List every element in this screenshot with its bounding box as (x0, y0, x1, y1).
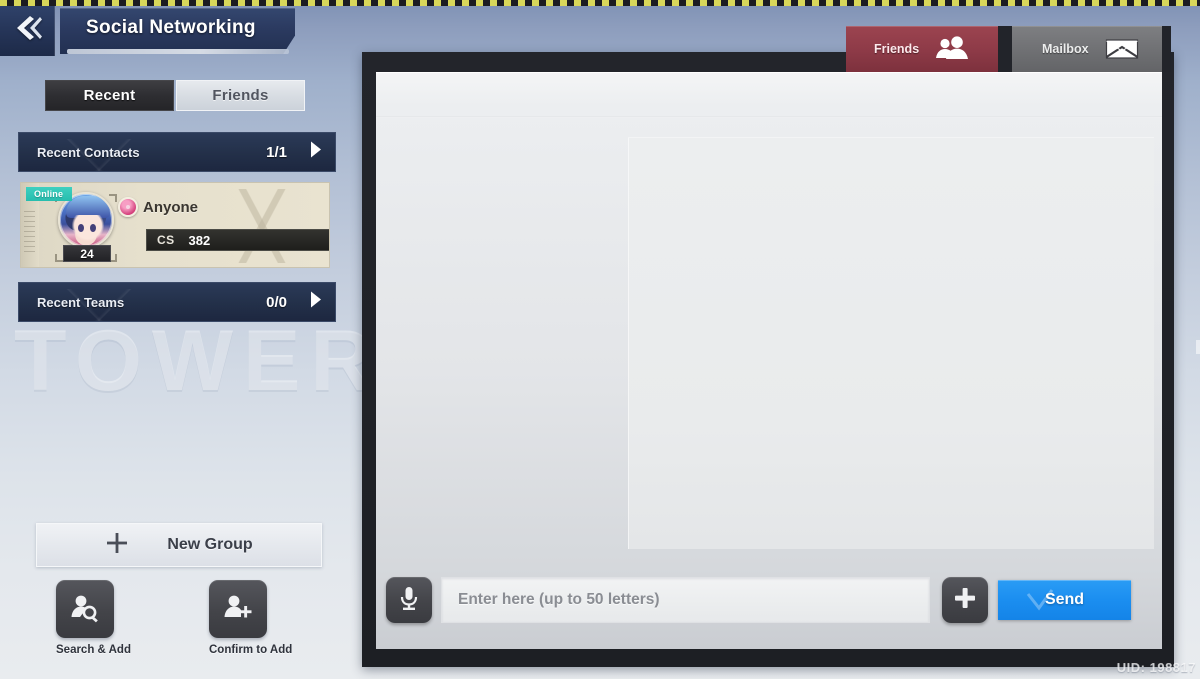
frame-corner-bl (55, 254, 63, 262)
contact-card-anyone[interactable]: Online 24 Anyone CS 382 (20, 182, 330, 268)
section-count: 1/1 (266, 143, 287, 161)
tab-friends[interactable]: Friends (846, 26, 998, 72)
level-badge: 24 (63, 245, 111, 262)
background-watermark: TOWER (14, 313, 383, 409)
chat-header-rule (376, 116, 1162, 118)
chevron-right-icon[interactable] (309, 141, 323, 164)
tab-mailbox[interactable]: Mailbox (1012, 26, 1162, 72)
stat-key: CS (157, 233, 175, 247)
send-label: Send (1044, 591, 1085, 608)
left-tab-group: Recent Friends (45, 80, 305, 111)
microphone-icon (396, 584, 422, 617)
tab-friends-list[interactable]: Friends (176, 80, 305, 111)
tab-mailbox-label: Mailbox (1042, 42, 1089, 56)
message-list[interactable] (628, 137, 1154, 549)
section-count: 0/0 (266, 293, 287, 311)
social-networking-screen: TOWER Social Networking Recent Friends R… (0, 0, 1200, 679)
stat-value: 382 (188, 232, 211, 248)
chat-input-wrapper[interactable]: Enter here (up to 50 letters) (441, 577, 930, 623)
user-search-icon (56, 580, 114, 638)
user-plus-icon (209, 580, 267, 638)
chat-panel-frame (362, 52, 1174, 667)
contact-name: Anyone (143, 199, 199, 216)
title-underline (67, 49, 289, 54)
card-pattern (227, 189, 297, 263)
search-and-add-label: Search & Add (56, 644, 131, 656)
tab-edge (1162, 26, 1171, 72)
microphone-button[interactable] (386, 577, 432, 623)
uid-label: UID: 198817 (1116, 660, 1196, 675)
friend-mark-icon (118, 197, 138, 217)
new-group-button[interactable]: New Group (36, 523, 322, 567)
tab-recent[interactable]: Recent (45, 80, 174, 111)
envelope-icon (1105, 37, 1139, 61)
plus-icon (105, 531, 129, 560)
edge-marker (1196, 340, 1200, 354)
avatar-face (72, 215, 104, 241)
chat-input-placeholder: Enter here (up to 50 letters) (458, 591, 660, 608)
section-recent-teams[interactable]: Recent Teams 0/0 (18, 282, 336, 322)
new-group-label: New Group (167, 536, 253, 553)
people-icon (935, 36, 969, 62)
tab-friends-label: Friends (874, 42, 920, 56)
section-label: Recent Teams (37, 294, 125, 310)
chevron-right-icon[interactable] (309, 291, 323, 314)
confirm-to-add-button[interactable]: Confirm to Add (209, 580, 293, 656)
section-label: Recent Contacts (37, 144, 140, 160)
send-button[interactable]: Send (998, 580, 1131, 620)
section-recent-contacts[interactable]: Recent Contacts 1/1 (18, 132, 336, 172)
chat-panel (376, 72, 1162, 649)
search-and-add-button[interactable]: Search & Add (56, 580, 131, 656)
avatar-frame: 24 (55, 192, 138, 262)
top-edge-strip (0, 0, 1200, 6)
avatar-eye-right (90, 224, 96, 232)
plus-icon (952, 585, 978, 616)
double-chevron-left-icon (10, 13, 44, 48)
avatar-eye-left (78, 224, 84, 232)
status-badge: Online (26, 187, 73, 201)
page-title-banner: Social Networking (60, 8, 295, 54)
back-button[interactable] (0, 4, 55, 56)
attach-button[interactable] (942, 577, 988, 623)
frame-corner-tr (109, 194, 117, 202)
page-title: Social Networking (86, 17, 256, 38)
confirm-to-add-label: Confirm to Add (209, 644, 293, 656)
tab-divider (998, 26, 1012, 72)
contact-stat: CS 382 (146, 229, 329, 251)
